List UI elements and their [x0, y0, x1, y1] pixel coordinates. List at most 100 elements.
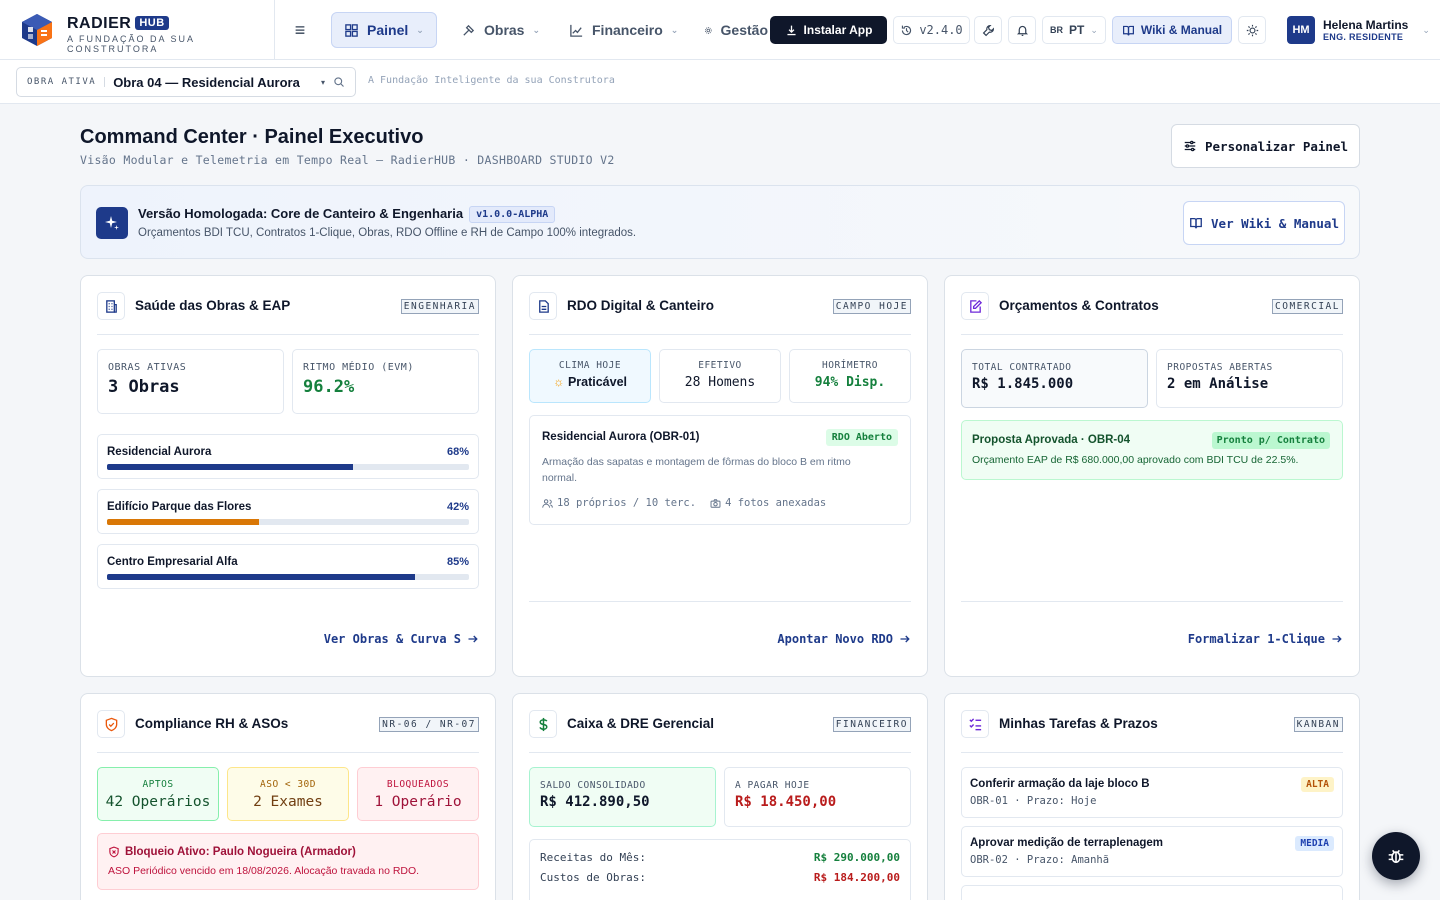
task-item[interactable]: Aprovar medição de terraplenagem OBR-02 … [961, 826, 1343, 877]
stat-label: BLOQUEADOS [386, 779, 450, 790]
stat-total-contratado: TOTAL CONTRATADO R$ 1.845.000 [961, 349, 1148, 408]
stat-value: Praticável [567, 375, 628, 389]
grid-icon [345, 23, 358, 37]
notifications-button[interactable] [1008, 16, 1036, 44]
card-title: Saúde das Obras & EAP [135, 298, 291, 313]
nav-financeiro[interactable]: Financeiro ⌄ [557, 12, 690, 48]
card-tag: CAMPO HOJE [832, 299, 911, 314]
bug-report-button[interactable] [1372, 832, 1420, 880]
dre-row-value: R$ 184.200,00 [813, 871, 900, 884]
dre-row-label: Custos de Obras: [540, 871, 646, 884]
stat-label: RITMO MÉDIO (EVM) [303, 362, 414, 373]
status-badge: RDO Aberto [825, 429, 898, 446]
building-icon [97, 292, 125, 320]
progress-bar [107, 464, 469, 470]
nav-gestao[interactable]: Gestão [692, 12, 768, 48]
stat-value: R$ 412.890,50 [540, 794, 650, 810]
view-obras-link[interactable]: Ver Obras & Curva S [324, 632, 479, 646]
card-tag: COMERCIAL [1272, 299, 1343, 314]
project-row[interactable]: Residencial Aurora 68% [97, 434, 479, 479]
shield-icon [97, 710, 125, 738]
stat-value: 42 Operários [105, 794, 211, 810]
nav-obras[interactable]: Obras ⌄ [449, 12, 552, 48]
customize-dashboard-button[interactable]: Personalizar Painel [1171, 124, 1360, 168]
stat-value: 2 em Análise [1167, 376, 1269, 392]
task-item[interactable] [961, 885, 1343, 900]
page-title: Command Center · Painel Executivo [80, 126, 424, 148]
tools-button[interactable] [974, 16, 1002, 44]
dre-row: Receitas do Mês: R$ 290.000,00 [540, 851, 900, 864]
chevron-down-icon: ⌄ [416, 24, 424, 35]
stat-value: R$ 1.845.000 [972, 376, 1074, 392]
arrow-right-icon [468, 635, 478, 643]
formalize-link[interactable]: Formalizar 1-Clique [1188, 632, 1343, 646]
divider [529, 752, 911, 753]
edit-document-icon [961, 292, 989, 320]
language-select[interactable]: BR PT ⌄ [1042, 16, 1106, 44]
progress-bar [107, 574, 469, 580]
task-meta: OBR-01 · Prazo: Hoje [970, 795, 1097, 807]
stat-label: PROPOSTAS ABERTAS [1167, 362, 1273, 373]
brand-badge: HUB [135, 16, 169, 30]
theme-toggle[interactable] [1238, 16, 1266, 44]
project-name: Centro Empresarial Alfa [107, 556, 238, 568]
block-alert[interactable]: Bloqueio Ativo: Paulo Nogueira (Armador)… [97, 833, 479, 890]
stat-saldo-consolidado: SALDO CONSOLIDADO R$ 412.890,50 [529, 767, 716, 827]
version-button[interactable]: v2.4.0 [893, 16, 970, 44]
version-label: v2.4.0 [919, 23, 963, 37]
stat-ritmo-medio: RITMO MÉDIO (EVM) 96.2% [292, 349, 479, 414]
history-icon [902, 25, 912, 35]
obra-selector[interactable]: OBRA ATIVA Obra 04 — Residencial Aurora … [16, 67, 356, 97]
stat-value: 2 Exames [253, 794, 323, 810]
stat-value: 1 Operário [374, 794, 462, 810]
approved-proposal[interactable]: Proposta Aprovada · OBR-04 Pronto p/ Con… [961, 420, 1343, 480]
subbar-tagline: A Fundação Inteligente da sua Construtor… [368, 75, 615, 86]
stat-label: ASO < 30D [260, 779, 316, 790]
card-title: Caixa & DRE Gerencial [567, 716, 715, 731]
divider [961, 752, 1343, 753]
alert-description: ASO Periódico vencido em 18/08/2026. Alo… [108, 865, 420, 877]
user-name: Helena Martins [1323, 18, 1409, 32]
chart-line-icon [570, 24, 583, 37]
user-menu[interactable]: HM Helena Martins ENG. RESIDENTE ⌄ [1287, 15, 1430, 45]
chevron-down-icon: ⌄ [532, 24, 541, 35]
radier-logo-icon [22, 14, 52, 46]
new-rdo-link[interactable]: Apontar Novo RDO [777, 632, 911, 646]
project-row[interactable]: Edifício Parque das Flores 42% [97, 489, 479, 534]
card-orcamentos: Orçamentos & Contratos COMERCIAL TOTAL C… [944, 275, 1360, 677]
view-wiki-button[interactable]: Ver Wiki & Manual [1183, 201, 1345, 245]
gear-icon [704, 26, 712, 34]
card-saude-obras: Saúde das Obras & EAP ENGENHARIA OBRAS A… [80, 275, 496, 677]
dre-row-label: Receitas do Mês: [540, 851, 646, 864]
stat-aso: ASO < 30D 2 Exames [227, 767, 349, 821]
install-app-button[interactable]: Instalar App [770, 16, 887, 44]
page-subtitle: Visão Modular e Telemetria em Tempo Real… [80, 153, 615, 167]
brand[interactable]: RADIER HUB A FUNDAÇÃO DA SUA CONSTRUTORA [0, 0, 275, 60]
rdo-entry[interactable]: Residencial Aurora (OBR-01) RDO Aberto A… [529, 415, 911, 525]
card-tag: NR-06 / NR-07 [379, 717, 479, 732]
search-icon[interactable] [333, 76, 345, 88]
divider [529, 334, 911, 335]
stat-value: 96.2% [303, 377, 355, 397]
stat-a-pagar: A PAGAR HOJE R$ 18.450,00 [724, 767, 911, 827]
card-title: Minhas Tarefas & Prazos [999, 716, 1158, 731]
task-item[interactable]: Conferir armação da laje bloco B OBR-01 … [961, 767, 1343, 818]
chevron-down-icon: ⌄ [1090, 24, 1098, 35]
rdo-entry-description: Armação das sapatas e montagem de fôrmas… [542, 456, 851, 484]
book-icon [1122, 25, 1134, 35]
dre-summary: Receitas do Mês: R$ 290.000,00 Custos de… [529, 839, 911, 900]
card-tag: FINANCEIRO [832, 717, 911, 732]
divider [961, 601, 1343, 602]
nav-painel[interactable]: Painel ⌄ [331, 12, 437, 48]
wiki-manual-button[interactable]: Wiki & Manual [1112, 16, 1232, 44]
divider [97, 334, 479, 335]
card-caixa: Caixa & DRE Gerencial FINANCEIRO SALDO C… [512, 693, 928, 900]
project-row[interactable]: Centro Empresarial Alfa 85% [97, 544, 479, 589]
link-label: Formalizar 1-Clique [1187, 632, 1325, 646]
card-title: RDO Digital & Canteiro [567, 298, 715, 313]
task-meta: OBR-02 · Prazo: Amanhã [970, 854, 1110, 866]
stat-propostas-abertas: PROPOSTAS ABERTAS 2 em Análise [1156, 349, 1343, 408]
arrow-right-icon [900, 635, 910, 643]
alert-title: Bloqueio Ativo: Paulo Nogueira (Armador) [125, 846, 356, 858]
menu-icon[interactable]: ≡ [290, 20, 310, 40]
